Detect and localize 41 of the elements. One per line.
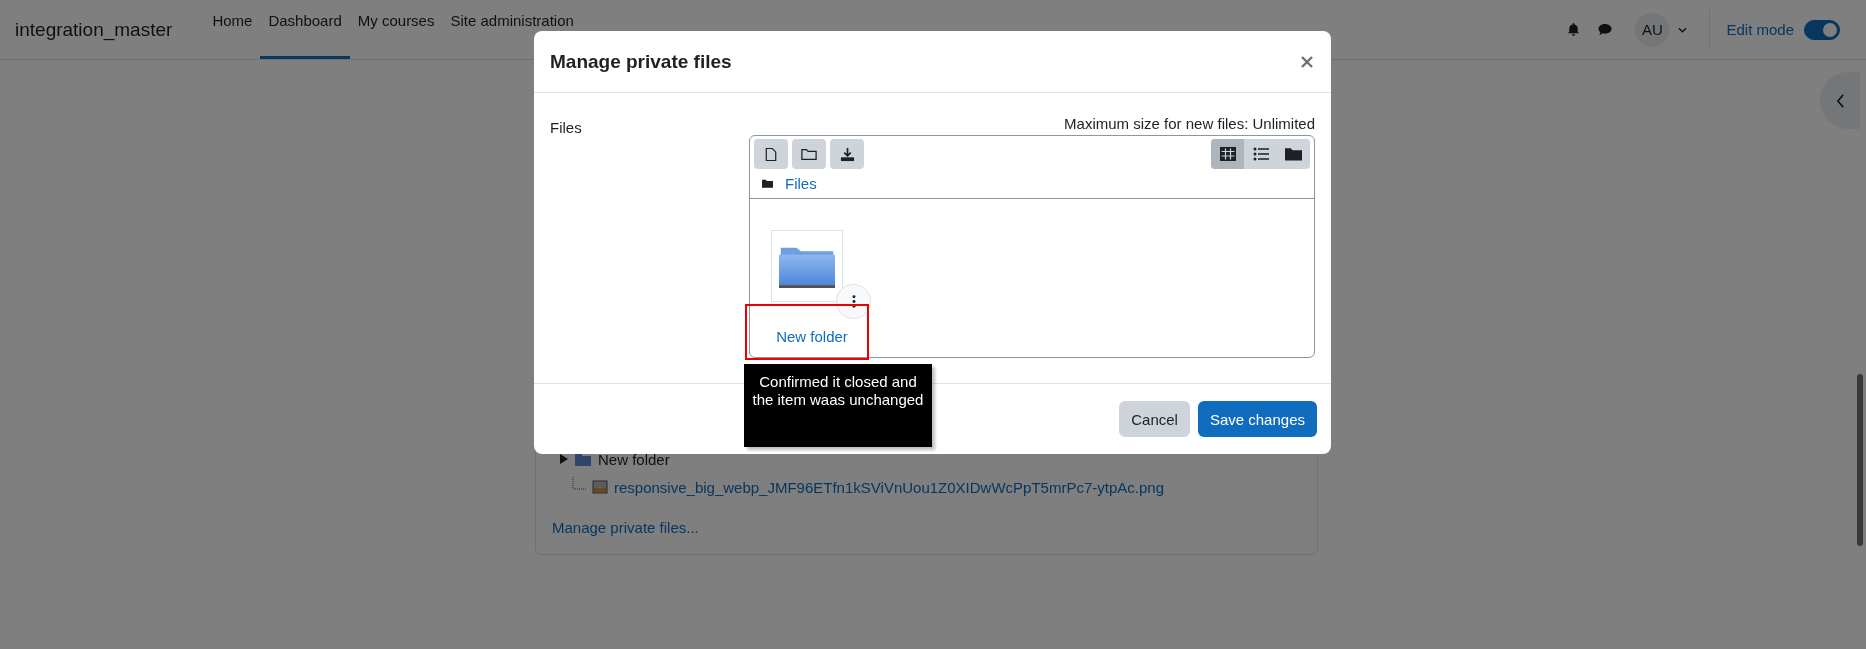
save-button[interactable]: Save changes [1197, 401, 1317, 437]
folder-name-link[interactable]: New folder [776, 328, 848, 345]
folder-icon [574, 451, 592, 467]
image-file-icon [592, 479, 608, 495]
folder-icon [801, 147, 817, 161]
grid-icon [1219, 147, 1236, 161]
max-size-note: Maximum size for new files: Unlimited [1064, 115, 1315, 132]
chevron-left-icon [1835, 93, 1845, 108]
annotation-note: Confirmed it closed and the item waas unchanged [744, 364, 932, 447]
folder-icon [762, 179, 773, 188]
edit-mode-label: Edit mode [1726, 21, 1794, 38]
drawer-toggle-button[interactable] [1820, 72, 1860, 129]
close-icon[interactable] [1301, 55, 1313, 68]
dialog-title: Manage private files [550, 50, 732, 73]
edit-mode-toggle[interactable] [1804, 19, 1840, 40]
user-avatar[interactable]: AU [1635, 12, 1670, 47]
path-link[interactable]: Files [785, 175, 817, 192]
site-name[interactable]: integration_master [15, 18, 173, 41]
nav-link[interactable]: My courses [349, 0, 443, 59]
nav-link[interactable]: Dashboard [260, 0, 350, 59]
folder-name[interactable]: New folder [598, 450, 670, 468]
cancel-button[interactable]: Cancel [1119, 401, 1190, 437]
chat-icon[interactable] [1597, 22, 1614, 37]
expand-triangle-icon[interactable] [560, 454, 568, 464]
scrollbar-thumb[interactable] [1857, 374, 1863, 546]
create-folder-button[interactable] [792, 139, 826, 169]
icons-view-button[interactable] [1211, 139, 1244, 169]
file-icon [765, 146, 777, 162]
folder-icon [1285, 147, 1302, 161]
field-label: Files [550, 118, 583, 138]
folder-thumbnail[interactable] [771, 230, 843, 302]
dots-icon [851, 295, 856, 308]
nav-link[interactable]: Home [204, 0, 261, 59]
list-icon [1252, 147, 1269, 161]
file-link[interactable]: responsive_big_webp_JMF96ETfn1kSViVnUou1Z0XIDwWcPpT5mrPc7-ytpAc.png [614, 478, 1164, 496]
download-icon [839, 146, 855, 162]
more-options-button[interactable] [836, 284, 871, 319]
add-file-button[interactable] [754, 139, 788, 169]
manage-files-link[interactable]: Manage private files... [552, 519, 1301, 536]
caret-icon[interactable] [1678, 26, 1688, 33]
download-button[interactable] [830, 139, 864, 169]
